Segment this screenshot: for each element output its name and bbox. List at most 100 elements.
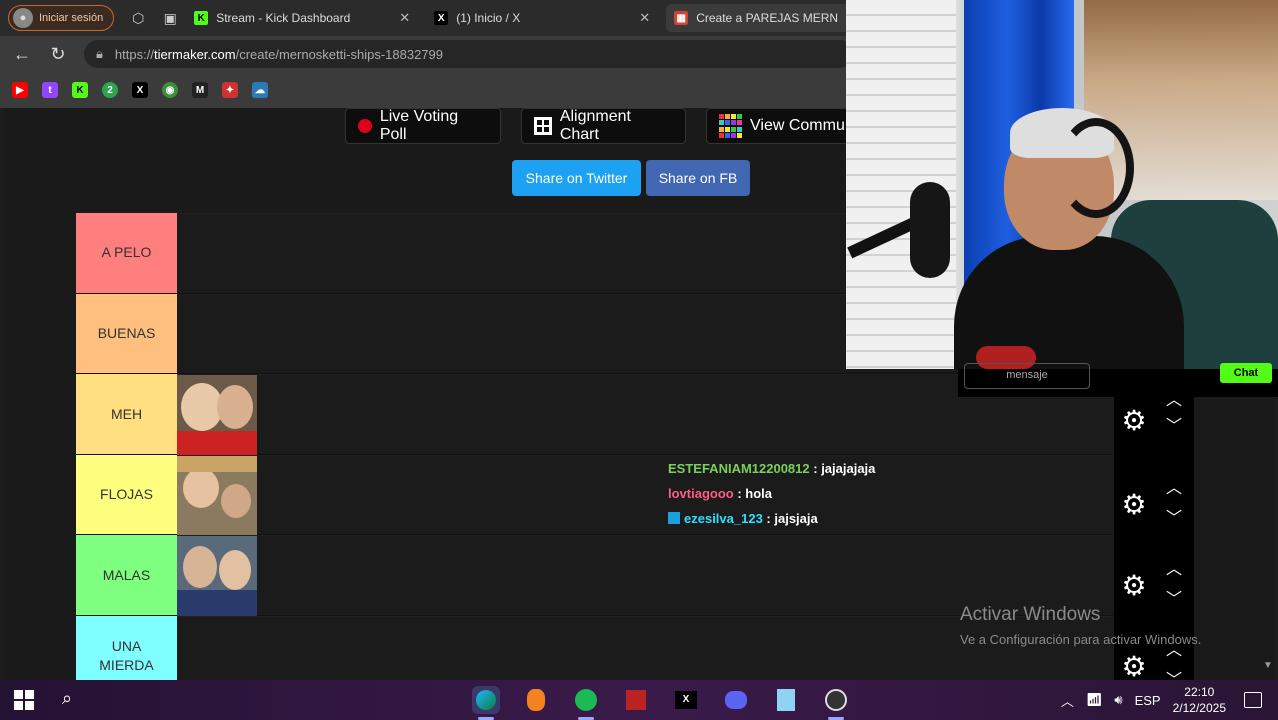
windows-taskbar: ⌕ X ︿ 📶︎ 🔊︎ ESP 22:10 2/12/2025 [0,680,1278,720]
tier-label[interactable]: BUENAS [76,293,177,374]
volume-icon[interactable]: 🔊︎ [1114,692,1122,708]
notepad-icon[interactable] [772,686,800,714]
tier-label[interactable]: UNA MIERDA [76,615,177,680]
activate-windows-watermark: Activar Windows Ve a Configuración para … [960,604,1201,647]
tier-label[interactable]: MALAS [76,535,177,615]
gecko-icon[interactable]: ◉ [162,82,178,98]
kick-chat-button[interactable]: Chat [1220,363,1272,383]
alignment-chart-button[interactable]: Alignment Chart [521,108,686,144]
chevron-up-icon[interactable]: ︿ [1162,557,1186,578]
edge-icon[interactable] [472,686,500,714]
share-twitter-label: Share on Twitter [525,170,628,186]
search-icon[interactable]: ⌕ [62,688,72,709]
windows-start-icon[interactable] [14,690,34,710]
stream-chat-overlay: ESTEFANIAM12200812 : jajajajaja lovtiago… [668,456,875,531]
close-icon[interactable]: ✕ [639,10,650,26]
profile-button[interactable]: ● Iniciar sesión [8,5,115,31]
tab-x-inicio[interactable]: X (1) Inicio / X ✕ [426,4,658,32]
tab-label: Stream - Kick Dashboard [216,11,351,25]
spotify-icon[interactable] [572,686,600,714]
tier-label[interactable]: MEH [76,374,177,454]
workspaces-icon[interactable]: ⬡ [130,10,146,26]
url-prefix: https:// [114,46,154,62]
kick-chat-bar: mensaje Chat [958,363,1278,397]
tiermaker-icon: ▦ [674,11,689,25]
watermark-subtitle: Ve a Configuración para activar Windows. [960,632,1202,647]
record-dot-icon [358,119,372,133]
tier-item-image[interactable] [177,536,257,617]
x-icon[interactable]: X [132,82,148,98]
photo-region [217,385,253,430]
counter-icon[interactable]: 2 [102,82,118,98]
url-input[interactable]: 🔒︎ https://tiermaker.com/create/mernoske… [84,40,854,68]
scroll-down-icon[interactable]: ▼ [1263,660,1273,671]
gear-icon[interactable]: ⚙ [1118,569,1150,601]
kick-icon: K [194,11,209,25]
gear-icon[interactable]: ⚙ [1118,488,1150,520]
gift-icon[interactable]: ✦ [222,82,238,98]
chat-text: : jajsjaja [766,511,818,526]
tab-label: (1) Inicio / X [456,11,521,25]
close-icon[interactable]: ✕ [399,10,410,26]
discord-icon[interactable] [722,686,750,714]
kick-icon[interactable]: K [72,82,88,98]
tier-label[interactable]: A PELO [76,213,177,293]
chat-message: ezesilva_123 : jajsjaja [668,506,875,531]
tier-controls: ⚙ ︿ ﹀ [1114,388,1194,468]
obs-icon[interactable] [822,686,850,714]
back-arrow-icon[interactable]: ← [8,40,36,68]
share-fb-label: Share on FB [658,170,738,186]
live-voting-label: Live Voting Poll [379,108,459,143]
share-twitter-button[interactable]: Share on Twitter [512,160,641,196]
media-app-icon[interactable] [622,686,650,714]
youtube-icon[interactable]: ▶ [12,82,28,98]
chevron-up-icon[interactable]: ︿ [1162,476,1186,497]
twitch-icon[interactable]: t [42,82,58,98]
tier-item-image[interactable] [177,455,257,536]
photo-region [183,546,217,589]
tab-actions-icon[interactable]: ▣ [162,10,178,26]
cloud-icon[interactable]: ☁ [252,82,268,98]
chat-username: ezesilva_123 [684,511,763,526]
gear-icon[interactable]: ⚙ [1118,650,1150,681]
chevron-down-icon[interactable]: ﹀ [1162,668,1186,680]
live-voting-poll-button[interactable]: Live Voting Poll [345,108,501,144]
m-icon[interactable]: M [192,82,208,98]
kick-chat-input[interactable]: mensaje [964,363,1090,389]
tier-item-image[interactable] [177,375,257,456]
chevron-up-icon[interactable]: ︿ [1061,691,1074,710]
tier-label[interactable]: FLOJAS [76,454,177,535]
x-app-icon[interactable]: X [672,686,700,714]
fl-studio-icon[interactable] [522,686,550,714]
view-community-button[interactable]: View Commun [706,108,851,144]
tier-controls: ⚙ ︿ ﹀ [1114,468,1194,548]
avatar-icon: ● [13,8,33,28]
chevron-down-icon[interactable]: ﹀ [1162,414,1186,435]
grid-icon [534,117,552,135]
url-text: https://tiermaker.com/create/mernosketti… [115,47,443,62]
photo-region [177,431,257,456]
watermark-title: Activar Windows [960,604,1101,625]
clock-time: 22:10 [1184,685,1215,699]
chat-message: ESTEFANIAM12200812 : jajajajaja [668,456,875,481]
chat-message: lovtiagooo : hola [668,481,875,506]
webcam-overlay [846,0,1278,369]
tab-kick-dashboard[interactable]: K Stream - Kick Dashboard ✕ [186,4,418,32]
badge-icon [668,512,680,524]
chat-username: ESTEFANIAM12200812 [668,461,810,476]
reload-icon[interactable]: ↻ [44,40,72,68]
notification-icon[interactable] [1244,692,1262,708]
photo-region [177,590,257,617]
chevron-down-icon[interactable]: ﹀ [1162,506,1186,527]
photo-region [221,483,251,518]
photo-region [219,550,251,591]
share-fb-button[interactable]: Share on FB [646,160,750,196]
chat-username: lovtiagooo [668,486,734,501]
cam-microphone [910,182,950,278]
language-indicator[interactable]: ESP [1135,693,1161,708]
clock[interactable]: 22:10 2/12/2025 [1173,684,1226,716]
gear-icon[interactable]: ⚙ [1118,404,1150,436]
wifi-icon[interactable]: 📶︎ [1086,692,1103,708]
url-host: tiermaker.com [153,46,236,62]
tier-items-dropzone[interactable] [177,454,1116,536]
